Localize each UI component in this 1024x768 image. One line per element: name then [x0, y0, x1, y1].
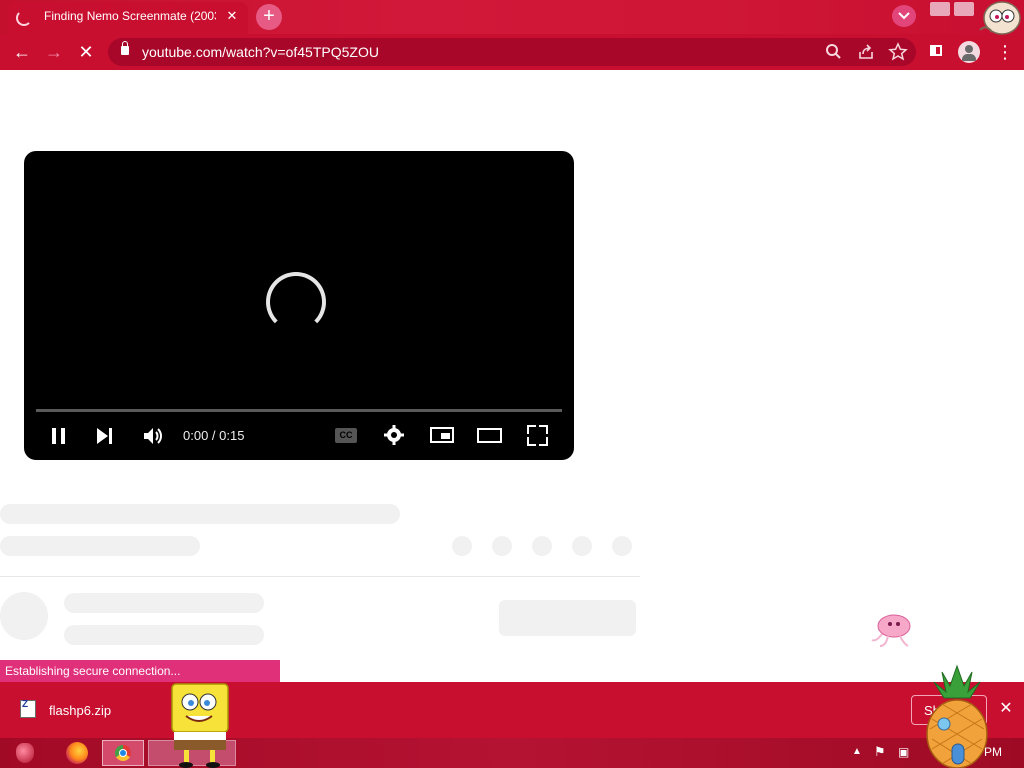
- pineapple-house-decoration-icon: [926, 664, 988, 768]
- tab-search-button[interactable]: [892, 5, 916, 27]
- chrome-icon: [115, 745, 131, 761]
- spongebob-decoration-icon: [171, 683, 229, 768]
- action-placeholder: [532, 536, 552, 556]
- side-panel-icon[interactable]: [928, 42, 946, 60]
- pause-button[interactable]: [48, 425, 70, 447]
- loading-favicon-icon: [16, 10, 32, 26]
- star-icon[interactable]: [888, 42, 908, 62]
- zip-file-icon[interactable]: [20, 699, 36, 718]
- action-center-flag-icon[interactable]: ⚑: [874, 744, 890, 760]
- tray-overflow-icon[interactable]: ▲: [850, 744, 864, 760]
- chevron-down-icon: [898, 12, 910, 20]
- miniplayer-button[interactable]: [430, 427, 454, 443]
- jellyfish-decoration-icon: [871, 614, 911, 647]
- download-filename[interactable]: flashp6.zip: [49, 703, 159, 718]
- text-placeholder: [64, 625, 264, 645]
- network-icon[interactable]: ▣: [898, 744, 914, 760]
- firefox-icon[interactable]: [66, 742, 88, 764]
- minimize-button[interactable]: [930, 2, 950, 16]
- new-tab-button[interactable]: +: [256, 4, 282, 30]
- search-icon[interactable]: [824, 42, 844, 62]
- menu-icon[interactable]: ⋮: [996, 42, 1014, 62]
- channel-placeholder: [0, 536, 200, 556]
- captions-button[interactable]: CC: [335, 428, 357, 443]
- back-button[interactable]: ←: [10, 40, 34, 64]
- tab-close-icon[interactable]: ✕: [224, 8, 240, 24]
- subscribe-placeholder: [499, 600, 636, 636]
- progress-bar[interactable]: [36, 409, 562, 412]
- action-placeholder: [612, 536, 632, 556]
- avatar-placeholder: [0, 592, 48, 640]
- action-placeholder: [452, 536, 472, 556]
- volume-button[interactable]: [142, 425, 164, 447]
- tab-title: Finding Nemo Screenmate (2003: [44, 9, 216, 23]
- maximize-button[interactable]: [954, 2, 974, 16]
- settings-gear-icon[interactable]: [383, 424, 405, 446]
- next-button[interactable]: [94, 425, 116, 447]
- url-text[interactable]: youtube.com/watch?v=of45TPQ5ZOU: [142, 44, 542, 60]
- loading-spinner-icon: [266, 272, 326, 332]
- action-placeholder: [572, 536, 592, 556]
- stop-loading-button[interactable]: ✕: [74, 40, 98, 64]
- profile-icon[interactable]: [958, 41, 980, 63]
- share-icon[interactable]: [856, 42, 876, 62]
- forward-button[interactable]: →: [42, 40, 66, 64]
- text-placeholder: [64, 593, 264, 613]
- time-display: 0:00 / 0:15: [183, 428, 245, 443]
- title-placeholder: [0, 504, 400, 524]
- status-bubble: Establishing secure connection...: [0, 660, 280, 682]
- download-bar-close-icon[interactable]: ✕: [996, 699, 1016, 719]
- fullscreen-button[interactable]: [527, 425, 548, 446]
- action-placeholder: [492, 536, 512, 556]
- start-button[interactable]: [10, 738, 40, 768]
- theater-mode-button[interactable]: [477, 428, 502, 443]
- chrome-taskbar-button[interactable]: [102, 740, 144, 766]
- divider: [0, 576, 640, 577]
- squidward-decoration-icon: [979, 1, 1021, 35]
- lock-icon[interactable]: [121, 41, 129, 55]
